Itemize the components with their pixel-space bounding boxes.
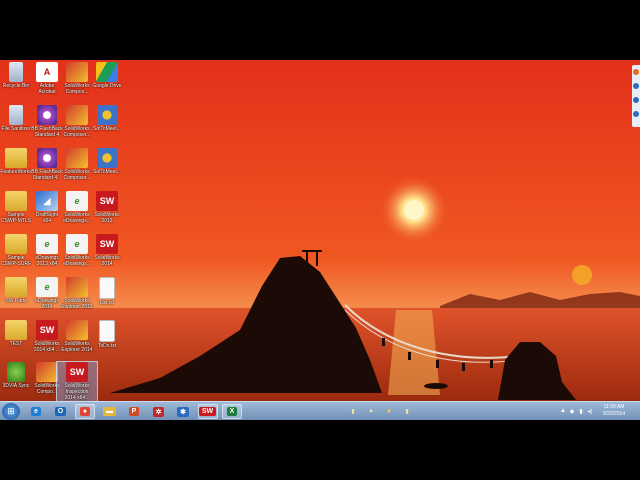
solt-icon [97, 105, 117, 125]
swc-icon [66, 148, 88, 168]
desktop-icon[interactable]: ToDo.txt [87, 320, 127, 349]
app-icon: ✲ [152, 406, 165, 417]
sw-icon: SW [66, 362, 88, 382]
desktop-screen: Recycle Bin A Adobe Acrobat SolidWorks Comp… [0, 60, 640, 420]
clock[interactable]: 11:59 AM 9/20/2014 [598, 404, 630, 418]
outlook-icon: O [54, 407, 67, 416]
folder-icon [5, 148, 27, 168]
notification-icon[interactable]: ▲ [560, 407, 566, 415]
sw-icon: SW [96, 191, 118, 211]
taskbar-button-chrome[interactable]: ● [75, 404, 95, 419]
desktop-icon-label: SolidWorks Inspection 2014 x64... [64, 383, 90, 401]
notification-icon[interactable]: ◆ [569, 407, 575, 415]
desktop-icon[interactable]: SW SolidWorks 2013 [87, 191, 127, 224]
desktop-icon[interactable]: SolToMeet... [87, 148, 127, 175]
tray-mid-icon[interactable]: ▮ [350, 407, 356, 415]
windows-logo-icon: ⊞ [7, 406, 15, 416]
dsight-icon: ◢ [36, 191, 58, 211]
gadget-icon[interactable] [633, 97, 639, 103]
swc-icon [36, 362, 58, 382]
gadget-icon[interactable] [633, 69, 639, 75]
taskbar-button-outlook[interactable]: O [51, 404, 71, 419]
taskbar-button-excel[interactable]: X [222, 404, 242, 419]
desktop-icon-label: SolidWorks 2014 [94, 255, 120, 267]
folder-icon [5, 234, 27, 254]
clock-time: 11:59 AM [603, 404, 625, 410]
doc-icon [99, 320, 115, 342]
ed-icon: e [66, 234, 88, 254]
bin-icon [9, 62, 23, 82]
doc-icon [99, 277, 115, 299]
flash-icon [37, 105, 57, 125]
chrome-icon: ● [79, 407, 91, 416]
taskbar-button-explorer[interactable]: ▬ [100, 404, 120, 419]
desktop-icon-label: List.txt [99, 300, 115, 306]
solidworks-composer-icon: ✱ [177, 406, 189, 417]
swc-icon [66, 277, 88, 297]
desktop-icon[interactable]: SolToMeet... [87, 105, 127, 132]
gd-icon [96, 62, 118, 82]
swc-icon [66, 320, 88, 340]
sw-icon: SW [96, 234, 118, 254]
sync-icon [7, 362, 25, 382]
desktop-icon[interactable]: Google Drive [87, 62, 127, 89]
desktop-icon[interactable]: List.txt [87, 277, 127, 306]
taskbar-button-app[interactable]: ✲ [149, 404, 169, 419]
desktop-icon-label: Google Drive [92, 83, 122, 89]
swc-icon [66, 105, 88, 125]
folder-icon [5, 277, 27, 297]
desktop-icon-label: ToDo.txt [97, 343, 117, 349]
ie-icon: e [31, 407, 41, 416]
desktop-icon-label: SolidWorks 2013 [94, 212, 120, 224]
desktop-icon-label: SolToMeet... [93, 126, 121, 132]
gadget-icon[interactable] [633, 111, 639, 117]
desktop-icon[interactable]: SW SolidWorks 2014 [87, 234, 127, 267]
notification-icon[interactable]: ◂) [587, 407, 593, 415]
taskbar-button-powerpoint[interactable]: P [124, 404, 144, 419]
tray-mid-icon[interactable]: ★ [386, 407, 392, 415]
taskbar-button-solidworks-composer[interactable]: ✱ [173, 404, 193, 419]
ed-icon: e [36, 234, 58, 254]
taskbar: ⊞ e O ● ▬ P ✲ ✱ SW X ▮ ▲ ★ ▮ ▲ ◆ ▮ ◂) 11:59 AM 9/20/20… [0, 401, 640, 420]
taskbar-button-solidworks[interactable]: SW [197, 404, 218, 419]
clock-date: 9/20/2014 [602, 411, 626, 417]
solidworks-icon: SW [198, 407, 217, 416]
mouse-cursor-highlight [572, 265, 592, 285]
tray-mid-icon[interactable]: ▮ [404, 407, 410, 415]
desktop-icon-label: SolToMeet... [93, 169, 121, 175]
excel-icon: X [226, 407, 238, 416]
powerpoint-icon: P [128, 407, 140, 416]
pdf-icon: A [36, 62, 58, 82]
sw-icon: SW [36, 320, 58, 340]
notification-icon[interactable]: ▮ [578, 407, 584, 415]
side-gadget-bar[interactable] [632, 65, 640, 127]
start-button[interactable]: ⊞ [2, 403, 20, 420]
taskbar-button-ie[interactable]: e [26, 404, 46, 419]
desktop-icon[interactable]: SW SolidWorks Inspection 2014 x64... [56, 361, 98, 402]
solt-icon [97, 148, 117, 168]
swc-icon [66, 62, 88, 82]
ed-icon: e [66, 191, 88, 211]
bin-icon [9, 105, 23, 125]
folder-icon [5, 320, 27, 340]
explorer-icon: ▬ [103, 407, 116, 416]
tray-mid-icon[interactable]: ▲ [368, 407, 374, 415]
ed-icon: e [36, 277, 58, 297]
gadget-icon[interactable] [633, 83, 639, 89]
flash-icon [37, 148, 57, 168]
folder-icon [5, 191, 27, 211]
